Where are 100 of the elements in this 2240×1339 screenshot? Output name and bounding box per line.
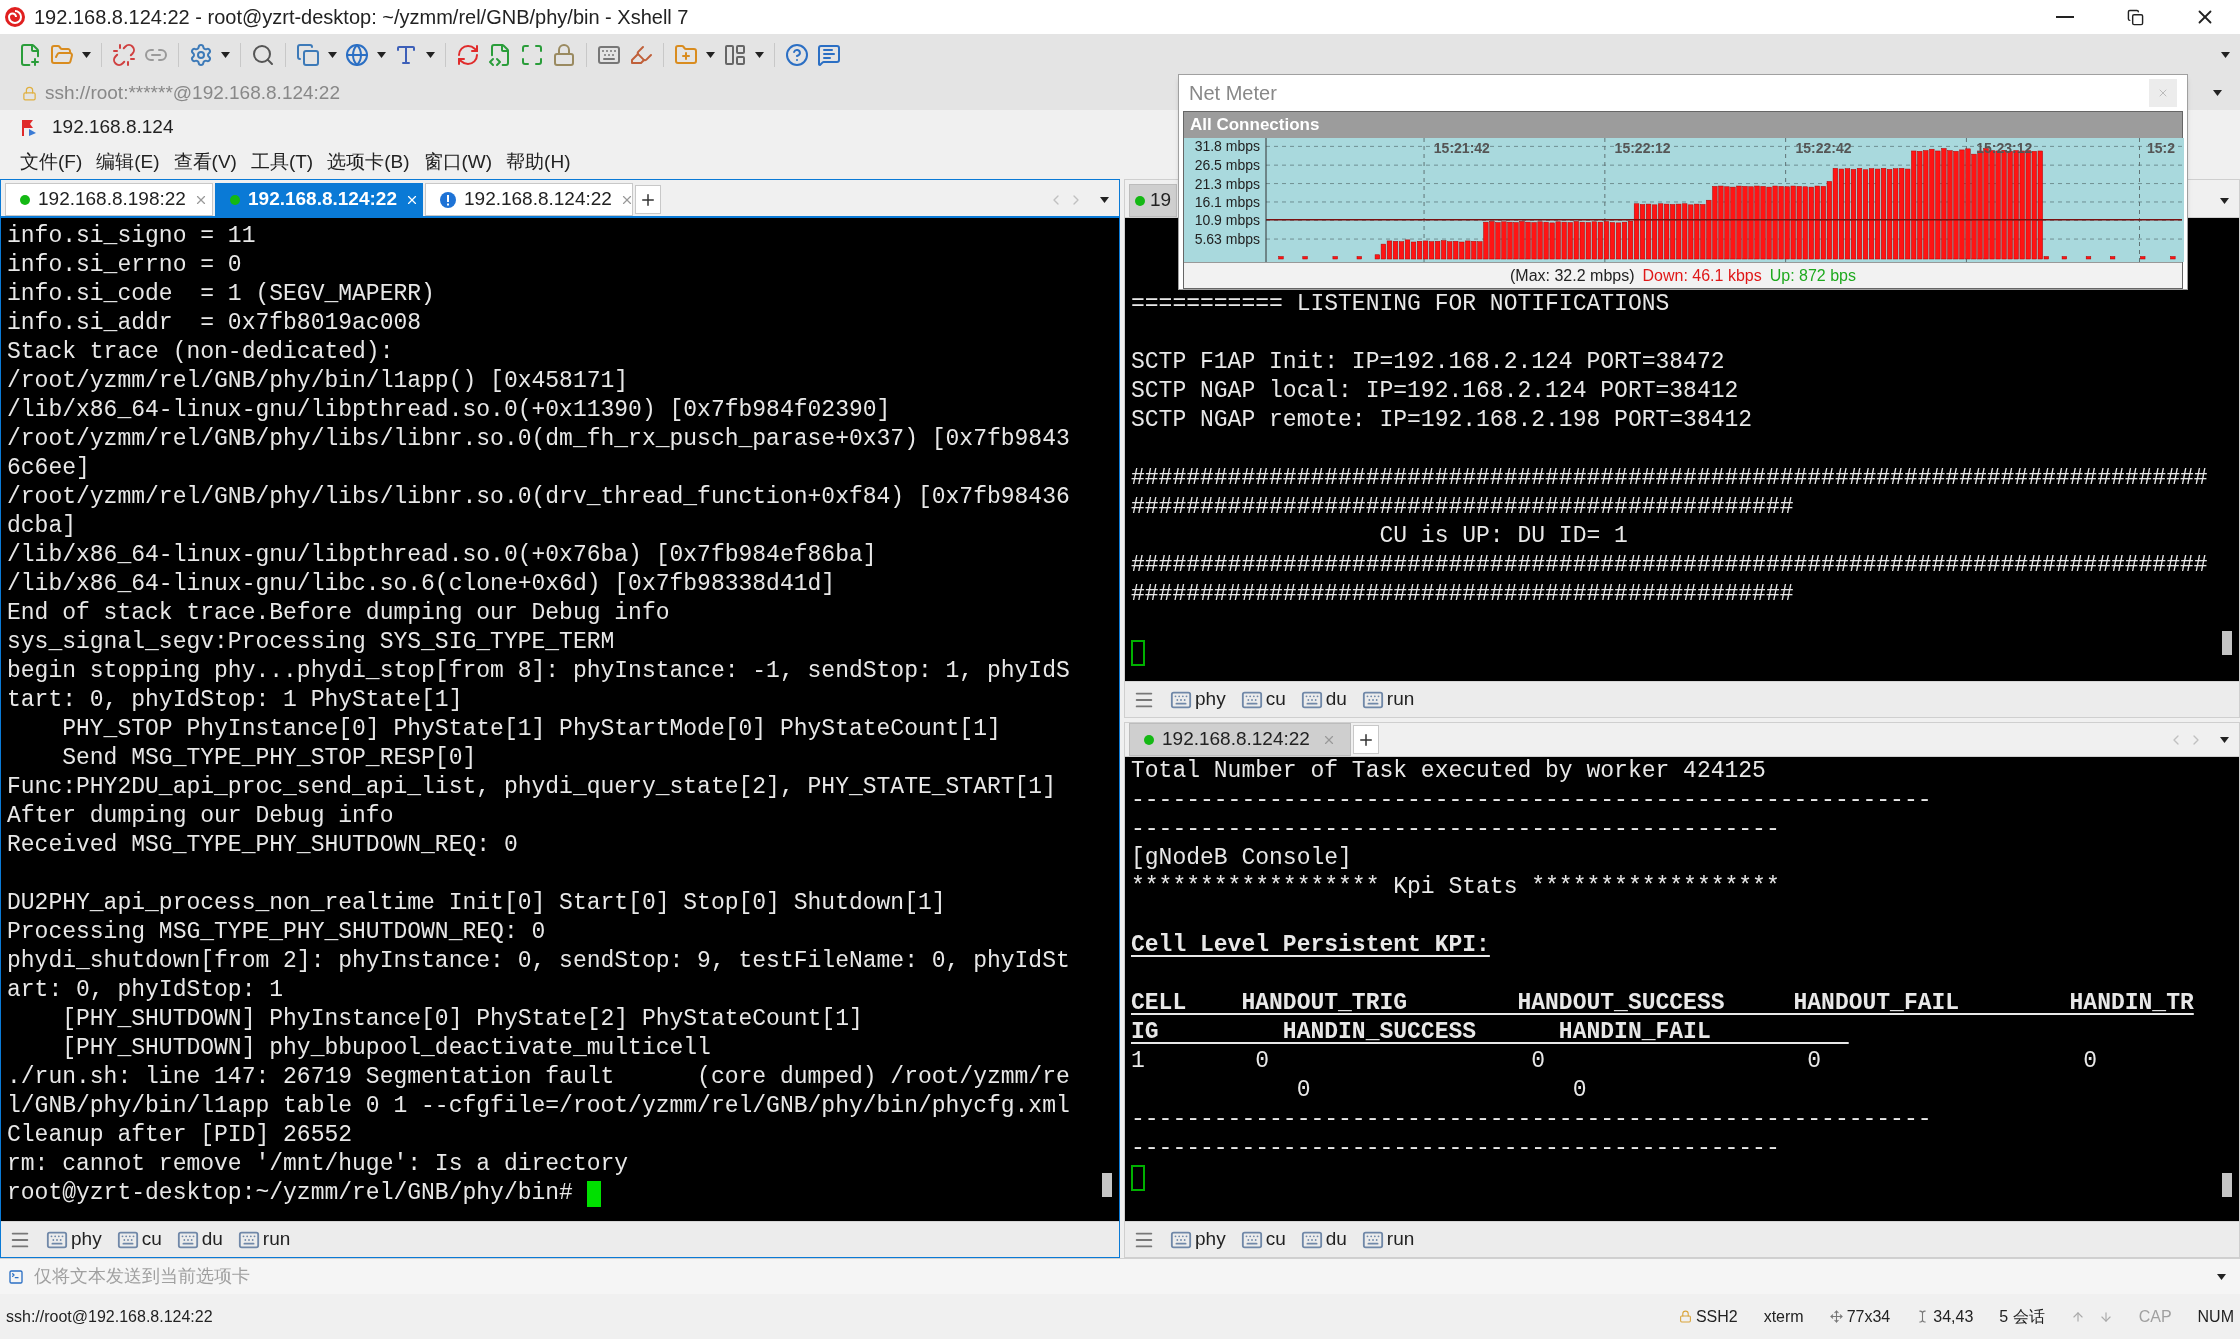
settings-icon[interactable] xyxy=(189,43,213,67)
layout-icon[interactable] xyxy=(723,43,747,67)
session-tab[interactable]: 192.168.8.124:22 xyxy=(425,183,633,216)
session-tab[interactable]: 192.168.8.124:22 xyxy=(215,183,423,216)
caret-icon[interactable] xyxy=(221,52,230,58)
compose-field[interactable]: 仅将文本发送到当前选项卡 xyxy=(34,1261,2207,1292)
axis-tick-label: 10.9 mbps xyxy=(1194,212,1260,229)
terminal-line: info.si_addr = 0x7fb8019ac008 xyxy=(7,309,422,338)
chart-bar xyxy=(1332,256,1338,260)
menu-item[interactable]: 帮助(H) xyxy=(506,147,571,177)
caret-icon[interactable] xyxy=(755,52,764,58)
window-title: 192.168.8.124:22 - root@yzrt-desktop: ~/yzmm/rel/GNB/phy/bin - Xshell 7 xyxy=(34,5,690,30)
session-tab[interactable]: 19 xyxy=(1129,184,1178,217)
caret-icon[interactable] xyxy=(1100,196,1109,203)
terminal-line: /root/yzmm/rel/GNB/phy/bin/l1app() [0x458171] xyxy=(7,367,629,396)
flag-icon xyxy=(20,118,38,137)
file-plus-icon[interactable] xyxy=(18,43,42,67)
terminal-line: info.si_errno = 0 xyxy=(7,251,242,280)
scrollbar-thumb[interactable] xyxy=(2222,631,2232,655)
menu-item[interactable]: 文件(F) xyxy=(20,147,83,177)
status-dot-icon xyxy=(20,194,30,205)
caret-icon[interactable] xyxy=(377,52,386,58)
terminal-line: [PHY_SHUTDOWN] phy_bbupool_deactivate_multicell xyxy=(61,1034,711,1063)
terminal-line: rm: cannot remove '/mnt/huge': Is a directory xyxy=(7,1150,629,1179)
axis-tick-label: 26.5 mbps xyxy=(1194,157,1260,174)
font-icon[interactable] xyxy=(394,43,418,67)
terminal-line: tart: 0, phyIdStop: 1 PhyState[1] xyxy=(7,686,463,715)
globe-icon[interactable] xyxy=(345,43,369,67)
quick-command-button[interactable]: du xyxy=(1299,685,1347,714)
restore-icon xyxy=(2126,8,2144,26)
caret-icon[interactable] xyxy=(2220,736,2229,743)
protocol-label: SSH2 xyxy=(1695,1306,1738,1327)
quick-command-button[interactable]: cu xyxy=(1239,685,1286,714)
new-tab-button[interactable] xyxy=(635,185,661,214)
caret-icon[interactable] xyxy=(82,52,91,58)
terminal-line: After dumping our Debug info xyxy=(7,802,394,831)
upload-rate: Up: 872 bps xyxy=(1769,265,1856,286)
download-rate: Down: 46.1 kbps xyxy=(1642,265,1762,286)
lock-icon xyxy=(22,85,37,101)
scrollbar-thumb[interactable] xyxy=(1102,1173,1112,1197)
file-code-icon[interactable] xyxy=(488,43,512,67)
menu-item[interactable]: 窗口(W) xyxy=(423,147,493,177)
key-indicator: CAP xyxy=(2138,1306,2172,1327)
menu-item[interactable]: 编辑(E) xyxy=(96,147,160,177)
terminal-line: l/GNB/phy/bin/l1app table 0 1 --cfgfile=/root/yzmm/rel/GNB/phy/bin/phycfg.xml xyxy=(7,1092,1070,1121)
quick-command-button[interactable]: run xyxy=(1360,685,1415,714)
session-tab[interactable]: 192.168.8.198:22 xyxy=(5,183,213,216)
lock-icon xyxy=(1678,1310,1692,1323)
keyboard-icon[interactable] xyxy=(597,43,621,67)
quick-command-button[interactable]: run xyxy=(1360,1225,1415,1254)
terminal-line: ---------------------------------------------------------- xyxy=(1131,1105,1932,1134)
quick-command-button[interactable]: phy xyxy=(1169,1225,1226,1254)
copy-icon[interactable] xyxy=(296,43,320,67)
caret-icon[interactable] xyxy=(2220,197,2229,204)
menu-item[interactable]: 查看(V) xyxy=(173,147,237,177)
close-icon xyxy=(2157,87,2169,99)
lock-icon[interactable] xyxy=(552,43,576,67)
compose-bar[interactable]: 仅将文本发送到当前选项卡 xyxy=(0,1258,2240,1294)
menu-item[interactable]: 选项卡(B) xyxy=(327,147,410,177)
quick-command-button[interactable]: run xyxy=(236,1225,291,1254)
terminal-line: Processing MSG_TYPE_PHY_SHUTDOWN_REQ: 0 xyxy=(7,918,546,947)
terminal-line: ----------------------------------------------- xyxy=(1131,1134,1780,1163)
axis-tick-label: 21.3 mbps xyxy=(1194,175,1260,192)
folder-plus-icon[interactable] xyxy=(674,43,698,67)
caret-icon[interactable] xyxy=(2217,1273,2226,1280)
caret-icon[interactable] xyxy=(2213,90,2222,96)
quick-command-button[interactable]: cu xyxy=(1239,1225,1286,1254)
folder-icon[interactable] xyxy=(50,43,74,67)
maximize-icon[interactable] xyxy=(520,43,544,67)
new-tab-button[interactable] xyxy=(1353,725,1379,754)
quick-command-button[interactable]: phy xyxy=(1169,685,1226,714)
menu-item[interactable]: 工具(T) xyxy=(250,147,314,177)
terminal-line: sys_signal_segv:Processing SYS_SIG_TYPE_TERM xyxy=(7,628,615,657)
chart-bar xyxy=(2085,256,2092,260)
quick-command-button[interactable]: du xyxy=(1299,1225,1347,1254)
chat-icon[interactable] xyxy=(817,43,841,67)
quick-command-button[interactable]: phy xyxy=(45,1225,102,1254)
terminal-line: PHY_STOP PhyInstance[0] PhyState[1] PhyStartMode[0] PhyStateCount[1] xyxy=(61,715,1001,744)
terminal-line: SCTP NGAP remote: IP=192.168.2.198 PORT=38412 xyxy=(1131,406,1753,435)
terminal-line: /lib/x86_64-linux-gnu/libc.so.6(clone+0x6d) [0x7fb98338d41d] xyxy=(7,570,836,599)
caret-icon[interactable] xyxy=(328,52,337,58)
quick-command-button[interactable]: cu xyxy=(115,1225,162,1254)
unlink-icon[interactable] xyxy=(112,43,136,67)
connection-status: ssh://root@192.168.8.124:22 xyxy=(6,1306,214,1327)
quick-command-button[interactable]: du xyxy=(175,1225,223,1254)
terminal-line: ############################################################################## xyxy=(1131,551,2208,580)
window-title: Net Meter xyxy=(1189,81,1278,106)
caret-icon[interactable] xyxy=(426,52,435,58)
highlighter-icon[interactable] xyxy=(629,43,653,67)
caret-icon[interactable] xyxy=(706,52,715,58)
session-tab[interactable]: 192.168.8.124:22 xyxy=(1129,723,1351,756)
help-icon[interactable] xyxy=(785,43,809,67)
resize-icon xyxy=(1829,1310,1843,1323)
refresh-icon[interactable] xyxy=(456,43,480,67)
caret-icon[interactable] xyxy=(2221,52,2230,58)
terminal-line: Received MSG_TYPE_PHY_SHUTDOWN_REQ: 0 xyxy=(7,831,518,860)
search-icon[interactable] xyxy=(251,43,275,67)
axis-tick-label: 5.63 mbps xyxy=(1194,231,1260,248)
chart-bar xyxy=(1302,256,1308,260)
scrollbar-thumb[interactable] xyxy=(2222,1173,2232,1197)
